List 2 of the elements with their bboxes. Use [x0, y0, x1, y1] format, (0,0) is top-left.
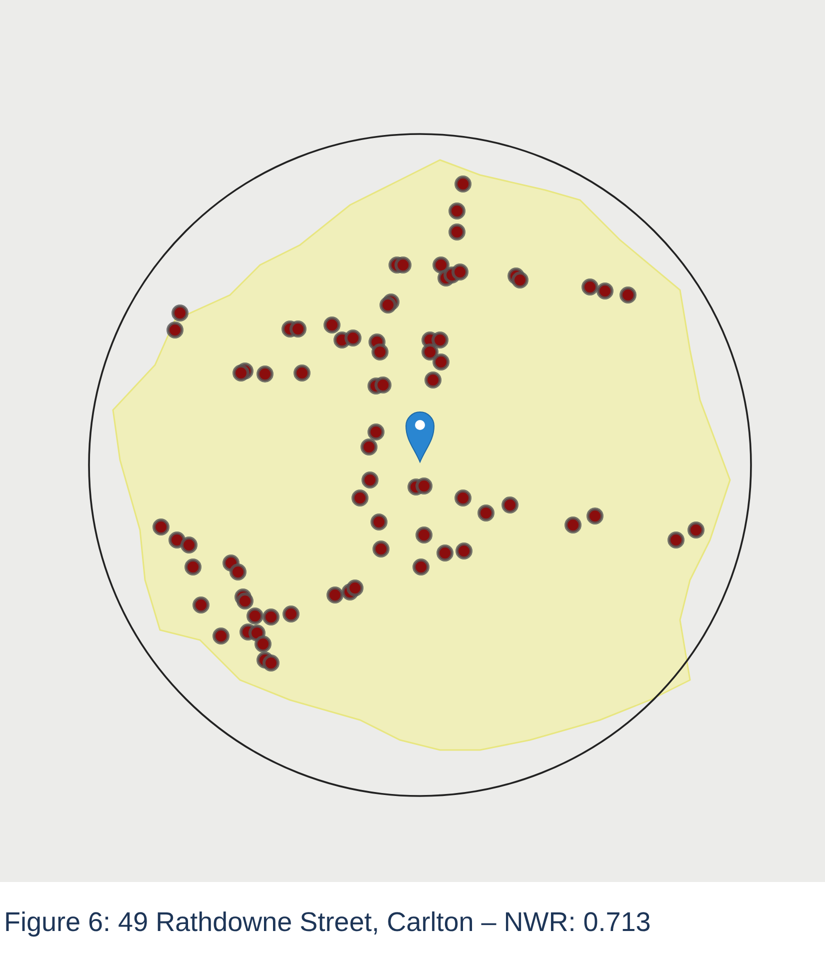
figure-caption: Figure 6: 49 Rathdowne Street, Carlton – NWR: 0.713 [4, 906, 651, 939]
map-pin-icon [406, 412, 434, 462]
